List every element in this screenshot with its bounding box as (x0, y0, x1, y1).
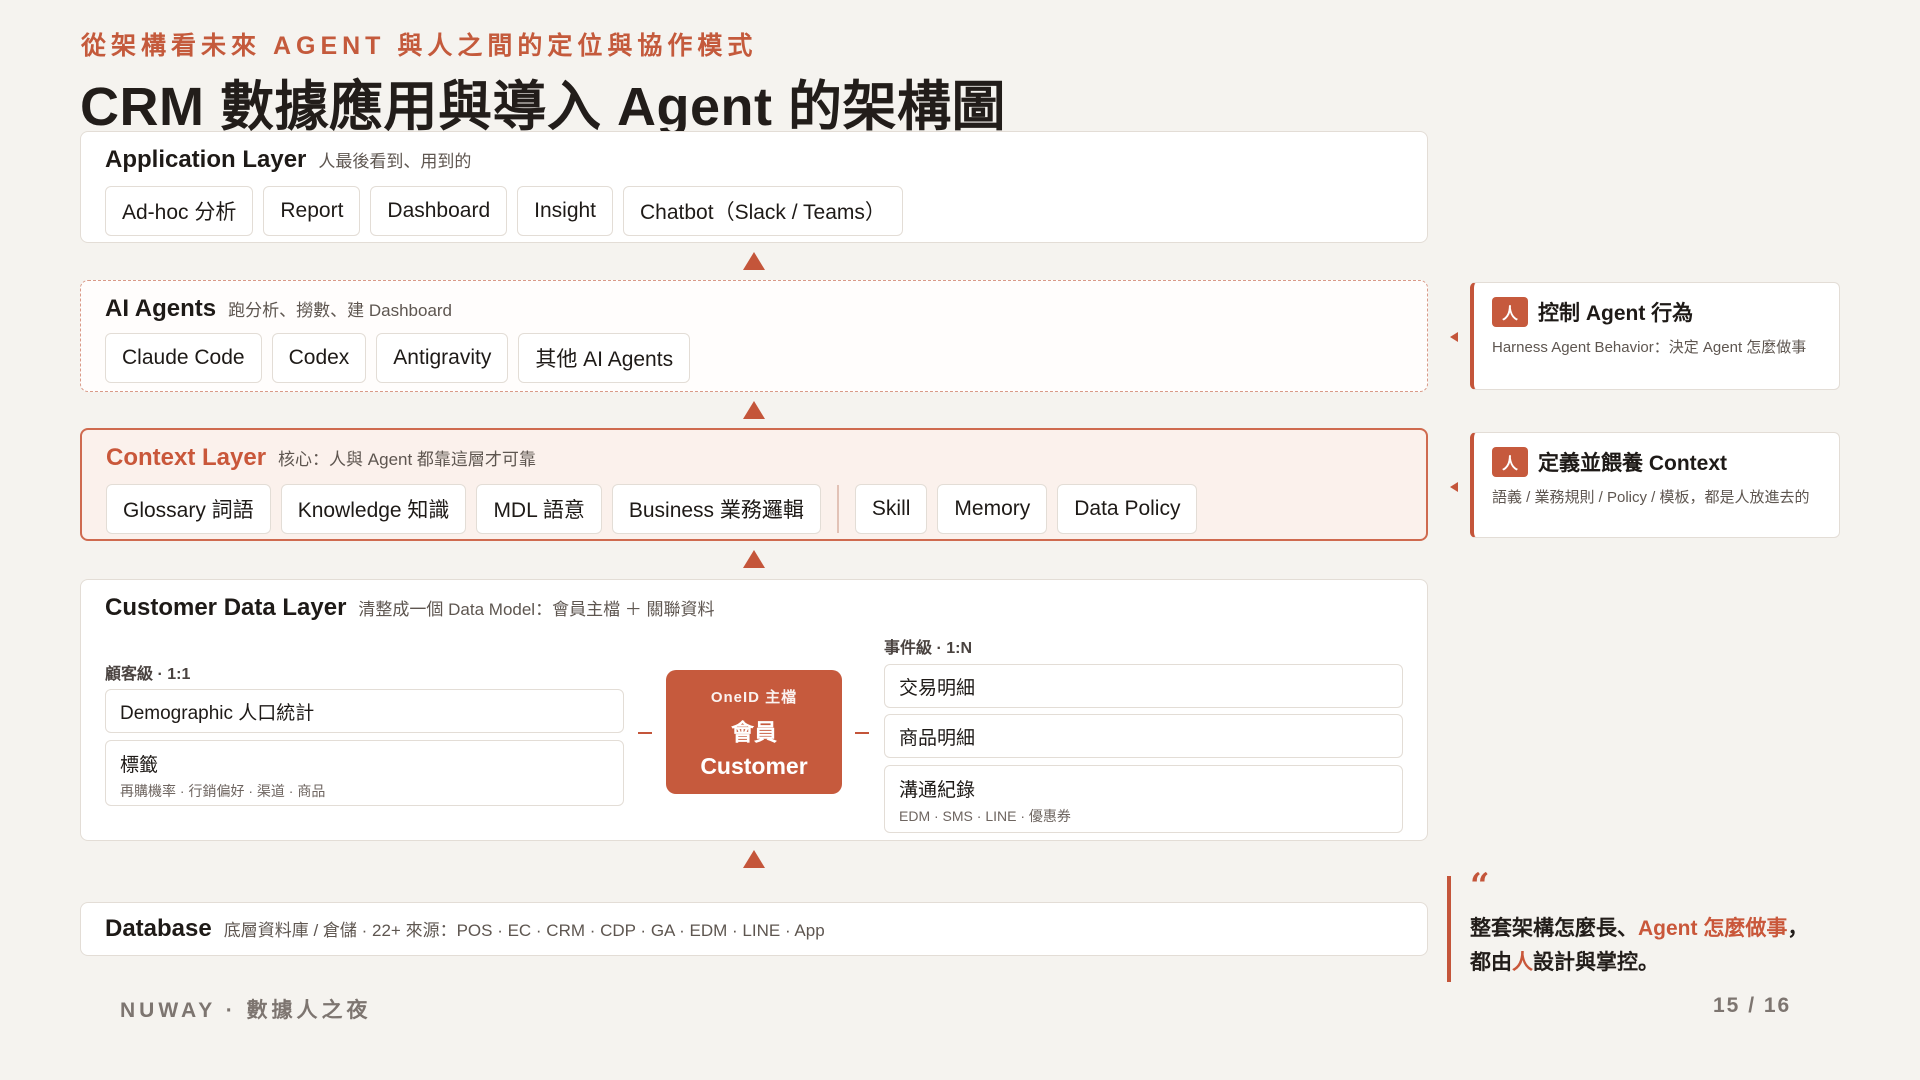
chip-mdl: MDL 語意 (476, 484, 602, 534)
card-title: 定義並餵養 Context (1538, 452, 1728, 475)
quote-accent: Agent 怎麼做事 (1638, 917, 1788, 940)
field-title: 溝通紀錄 (899, 780, 976, 801)
chip-claude-code: Claude Code (105, 333, 262, 383)
control-agent-card: 人 控制 Agent 行為 Harness Agent Behavior：決定 … (1470, 282, 1840, 390)
card-sub: Harness Agent Behavior：決定 Agent 怎麼做事 (1492, 339, 1807, 356)
quote-line-1: 整套架構怎麼長、Agent 怎麼做事， (1470, 912, 1808, 946)
layer-name: Customer Data Layer (105, 594, 347, 621)
chip-other-agents: 其他 AI Agents (518, 333, 691, 383)
layer-name: Context Layer (106, 444, 267, 471)
layer-subtitle: 跑分析、撈數、建 Dashboard (228, 301, 453, 320)
human-badge: 人 (1492, 447, 1529, 477)
chip-business: Business 業務邏輯 (611, 484, 821, 534)
chip-chatbot: Chatbot（Slack / Teams） (623, 186, 903, 236)
context-layer: Context Layer 核心：人與 Agent 都靠這層才可靠 Glossa… (80, 428, 1428, 541)
field-title: 標籤 (120, 755, 159, 776)
page-title: CRM 數據應用與導入 Agent 的架構圖 (80, 77, 1006, 137)
kicker: 從架構看未來 AGENT 與人之間的定位與協作模式 (81, 32, 758, 60)
quote-text: 整套架構怎麼長、Agent 怎麼做事， 都由人設計與掌控。 (1470, 912, 1808, 980)
field-sub: EDM · SMS · LINE · 優惠券 (899, 808, 1071, 824)
layer-name: Application Layer (105, 146, 307, 173)
up-arrow (743, 550, 765, 568)
application-layer: Application Layer 人最後看到、用到的 Ad-hoc 分析 Re… (80, 131, 1428, 243)
chip-antigravity: Antigravity (376, 333, 509, 383)
layer-subtitle: 核心：人與 Agent 都靠這層才可靠 (278, 450, 536, 469)
customer-level-label: 顧客級 · 1:1 (105, 666, 191, 683)
event-level-label: 事件級 · 1:N (884, 640, 973, 657)
field-sub: 再購機率 · 行銷偏好 · 渠道 · 商品 (120, 783, 326, 799)
communication-field: 溝通紀錄 EDM · SMS · LINE · 優惠券 (884, 765, 1403, 833)
layer-subtitle: 清整成一個 Data Model：會員主檔 ＋ 關聯資料 (358, 600, 715, 619)
connector (638, 732, 652, 734)
layer-header: Application Layer 人最後看到、用到的 (105, 146, 471, 174)
oneid-box: OneID 主檔 會員 Customer (666, 670, 842, 794)
field-title: 商品明細 (899, 727, 976, 749)
up-arrow (743, 850, 765, 868)
page-number: 15 / 16 (1713, 994, 1792, 1017)
card-header: 人 定義並餵養 Context (1492, 447, 1821, 477)
define-context-card: 人 定義並餵養 Context 語義 / 業務規則 / Policy / 模板，… (1470, 432, 1840, 538)
pointer-icon (1450, 482, 1458, 492)
chip-data-policy: Data Policy (1057, 484, 1198, 534)
human-badge: 人 (1492, 297, 1529, 327)
database-layer: Database 底層資料庫 / 倉儲 · 22+ 來源：POS · EC · … (80, 902, 1428, 956)
chip-divider (836, 485, 839, 533)
quote-part: 設計與掌控。 (1533, 951, 1659, 974)
quote-bar (1447, 876, 1451, 982)
chip-memory: Memory (937, 484, 1048, 534)
chip-row: Ad-hoc 分析 Report Dashboard Insight Chatb… (105, 186, 903, 236)
field-title: 交易明細 (899, 677, 976, 699)
card-sub: 語義 / 業務規則 / Policy / 模板，都是人放進去的 (1492, 489, 1810, 506)
quote-mark-icon: “ (1470, 866, 1490, 906)
layer-header: Database 底層資料庫 / 倉儲 · 22+ 來源：POS · EC · … (105, 915, 825, 943)
product-field: 商品明細 (884, 714, 1403, 758)
chip-dashboard: Dashboard (370, 186, 508, 236)
quote-line-2: 都由人設計與掌控。 (1470, 946, 1808, 980)
layer-subtitle: 底層資料庫 / 倉儲 · 22+ 來源：POS · EC · CRM · CDP… (223, 921, 825, 940)
layer-name: Database (105, 915, 212, 942)
demographic-field: Demographic 人口統計 (105, 689, 624, 733)
card-header: 人 控制 Agent 行為 (1492, 297, 1821, 327)
quote-part: 都由 (1470, 951, 1512, 974)
ai-agents-layer: AI Agents 跑分析、撈數、建 Dashboard Claude Code… (80, 280, 1428, 392)
quote-accent: 人 (1512, 951, 1533, 974)
layer-subtitle: 人最後看到、用到的 (318, 152, 472, 171)
pointer-icon (1450, 332, 1458, 342)
chip-report: Report (263, 186, 361, 236)
chip-row: Claude Code Codex Antigravity 其他 AI Agen… (105, 333, 691, 383)
chip-adhoc: Ad-hoc 分析 (105, 186, 254, 236)
layer-name: AI Agents (105, 295, 217, 322)
oneid-label: OneID 主檔 (710, 689, 798, 706)
footer-brand: NUWAY · 數據人之夜 (120, 999, 372, 1022)
chip-row: Glossary 詞語 Knowledge 知識 MDL 語意 Business… (106, 484, 1198, 534)
connector (855, 732, 869, 734)
chip-insight: Insight (517, 186, 614, 236)
chip-knowledge: Knowledge 知識 (280, 484, 467, 534)
field-title: Demographic 人口統計 (120, 702, 315, 724)
up-arrow (743, 252, 765, 270)
chip-glossary: Glossary 詞語 (106, 484, 271, 534)
chip-codex: Codex (271, 333, 367, 383)
customer-label: Customer (700, 753, 808, 779)
transaction-field: 交易明細 (884, 664, 1403, 708)
layer-header: Context Layer 核心：人與 Agent 都靠這層才可靠 (106, 444, 536, 472)
chip-skill: Skill (854, 484, 928, 534)
quote-part: ， (1787, 917, 1809, 940)
member-label: 會員 (731, 719, 777, 745)
layer-header: AI Agents 跑分析、撈數、建 Dashboard (105, 295, 452, 323)
tags-field: 標籤 再購機率 · 行銷偏好 · 渠道 · 商品 (105, 740, 624, 806)
up-arrow (743, 401, 765, 419)
card-title: 控制 Agent 行為 (1538, 302, 1694, 325)
layer-header: Customer Data Layer 清整成一個 Data Model：會員主… (105, 594, 715, 622)
quote-part: 整套架構怎麼長、 (1470, 917, 1638, 940)
